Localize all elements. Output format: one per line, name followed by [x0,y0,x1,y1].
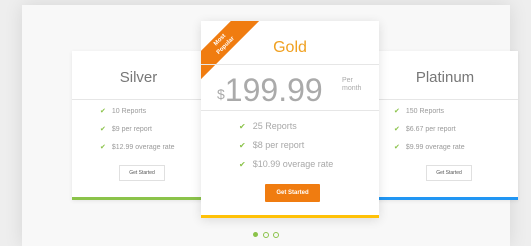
carousel-dot[interactable] [263,232,269,238]
check-icon: ✔ [239,122,246,131]
carousel-dot-active[interactable] [253,232,258,237]
divider [201,64,379,65]
accent-bar [372,197,518,200]
feature-item: ✔ 25 Reports [239,121,297,131]
divider [72,99,205,100]
check-icon: ✔ [394,108,400,115]
check-icon: ✔ [239,160,246,169]
feature-item: ✔ $10.99 overage rate [239,159,334,169]
feature-item: ✔ $12.99 overage rate [100,144,175,151]
plan-title: Platinum [415,69,475,86]
feature-item: ✔ $9 per report [100,126,152,133]
get-started-button[interactable]: Get Started [426,165,472,181]
pricing-section: Silver ✔ 10 Reports ✔ $9 per report ✔ $12.9… [22,5,518,246]
feature-item: ✔ $8 per report [239,140,305,150]
check-icon: ✔ [100,144,106,151]
plan-price: $199.99 Per month [217,72,361,109]
check-icon: ✔ [239,141,246,150]
accent-bar [201,215,379,218]
feature-item: ✔ $9.99 overage rate [394,144,465,151]
price-amount: 199.99 [224,72,323,108]
feature-list: ✔ 150 Reports ✔ $6.67 per report ✔ $9.99 ov… [394,107,465,161]
divider [372,99,518,100]
plan-card-platinum: Platinum ✔ 150 Reports ✔ $6.67 per report … [372,51,518,200]
get-started-button[interactable]: Get Started [119,165,165,181]
plan-title: Silver [119,69,158,86]
check-icon: ✔ [100,126,106,133]
feature-item: ✔ 10 Reports [100,108,147,115]
billing-period: Per month [342,77,362,92]
currency-symbol: $ [217,86,225,102]
feature-item: ✔ $6.67 per report [394,126,456,133]
divider [201,110,379,111]
plan-card-silver: Silver ✔ 10 Reports ✔ $9 per report ✔ $12.9… [72,51,205,200]
feature-list: ✔ 25 Reports ✔ $8 per report ✔ $10.99 overa… [239,120,333,177]
feature-list: ✔ 10 Reports ✔ $9 per report ✔ $12.99 overa… [100,107,175,161]
check-icon: ✔ [394,144,400,151]
get-started-button[interactable]: Get Started [265,184,320,202]
plan-title: Gold [273,39,307,56]
accent-bar [72,197,205,200]
check-icon: ✔ [100,108,106,115]
plan-card-gold: Most Popular Gold $199.99 Per month ✔ 25 … [201,21,379,218]
check-icon: ✔ [394,126,400,133]
carousel-dot[interactable] [273,232,279,238]
feature-item: ✔ 150 Reports [394,108,445,115]
